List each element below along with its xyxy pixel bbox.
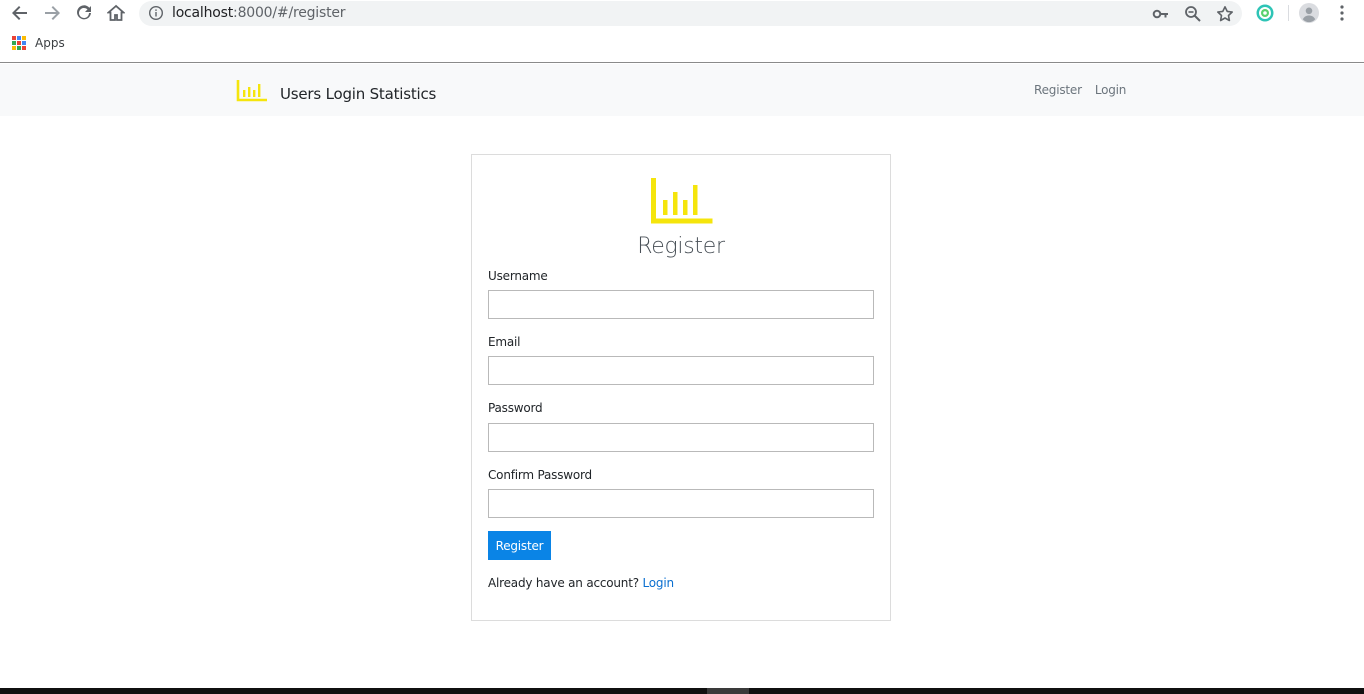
password-input[interactable] [488, 423, 874, 452]
zoom-out-icon [1185, 6, 1201, 22]
reload-icon [77, 5, 91, 20]
reload-button[interactable] [72, 2, 96, 24]
register-submit-button[interactable]: Register [488, 531, 551, 560]
address-bar[interactable]: localhost:8000/#/register [139, 1, 1242, 26]
kebab-menu-icon[interactable] [1332, 3, 1352, 23]
bar-chart-icon [651, 178, 713, 224]
app-navbar: Users Login Statistics Register Login [0, 64, 1364, 116]
password-key-button[interactable] [1152, 5, 1170, 23]
os-taskbar [0, 688, 1364, 694]
username-input[interactable] [488, 290, 874, 319]
bar-chart-icon [236, 79, 267, 101]
confirm-password-label: Confirm Password [488, 468, 592, 482]
arrow-right-icon [45, 6, 60, 20]
taskbar-item[interactable] [707, 688, 749, 694]
home-icon [107, 4, 125, 21]
bookmarks-bar: Apps [0, 27, 1364, 63]
email-input[interactable] [488, 356, 874, 385]
nav-register-link[interactable]: Register [1034, 83, 1082, 97]
arrow-left-icon [12, 6, 27, 20]
login-prompt: Already have an account? Login [488, 576, 674, 590]
confirm-password-input[interactable] [488, 489, 874, 518]
login-link[interactable]: Login [643, 576, 675, 590]
brand-name: Users Login Statistics [280, 85, 437, 103]
back-button[interactable] [8, 2, 32, 24]
password-label: Password [488, 401, 543, 415]
key-icon [1152, 9, 1168, 19]
brand-link[interactable]: Users Login Statistics [236, 78, 436, 103]
apps-label: Apps [35, 36, 65, 50]
email-label: Email [488, 335, 521, 349]
toolbar-divider [1288, 5, 1289, 21]
apps-grid-icon [12, 36, 26, 50]
star-icon [1217, 6, 1233, 22]
username-label: Username [488, 269, 548, 283]
login-prompt-text: Already have an account? [488, 576, 639, 590]
url-path: :8000/#/register [233, 5, 346, 21]
page-title: Register [637, 234, 725, 259]
home-button[interactable] [104, 2, 128, 24]
extension-icon[interactable] [1255, 3, 1275, 23]
register-card: Register Username Email Password Confirm… [471, 154, 891, 621]
info-icon[interactable] [148, 5, 164, 21]
nav-links: Register Login [1034, 83, 1126, 97]
profile-icon[interactable] [1299, 3, 1319, 23]
apps-bookmark[interactable]: Apps [12, 36, 65, 50]
url-text[interactable]: localhost:8000/#/register [172, 5, 346, 21]
url-host: localhost [172, 5, 234, 21]
zoom-button[interactable] [1184, 5, 1202, 23]
nav-login-link[interactable]: Login [1095, 83, 1127, 97]
browser-toolbar: localhost:8000/#/register [0, 0, 1364, 27]
forward-button[interactable] [40, 2, 64, 24]
bookmark-star-button[interactable] [1216, 5, 1234, 23]
